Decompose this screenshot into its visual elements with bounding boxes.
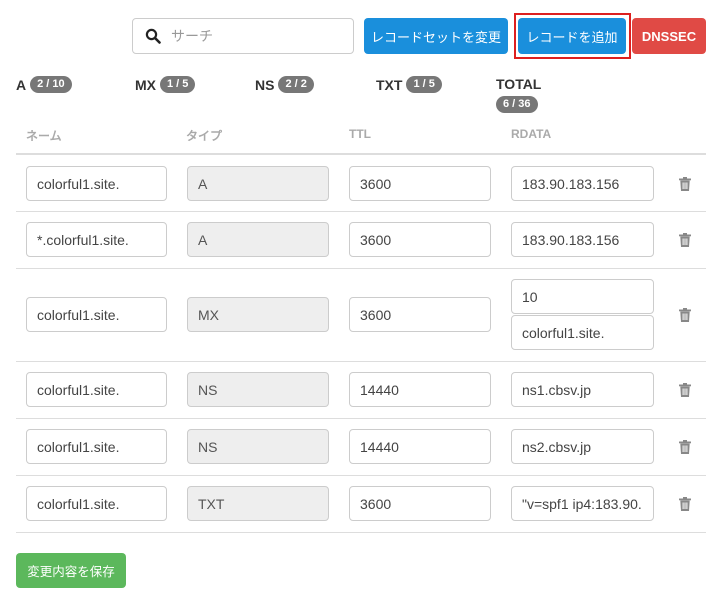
stat-badge: 2 / 10 [30,76,72,93]
ttl-field[interactable]: 14440 [349,372,491,407]
column-header-type: タイプ [186,129,223,143]
row-divider [16,475,706,476]
search-input[interactable] [171,28,341,44]
row-divider [16,268,706,269]
stat-badge: 1 / 5 [406,76,442,93]
stat-label: A [16,76,27,93]
column-header-rdata: RDATA [511,127,552,141]
trash-icon[interactable] [679,177,691,191]
type-field: NS [187,429,329,464]
name-field[interactable]: colorful1.site. [26,166,167,201]
name-field[interactable]: colorful1.site. [26,372,167,407]
stat-label: NS [255,76,275,93]
stat-badge: 1 / 5 [160,76,196,93]
column-header-name: ネーム [26,129,62,143]
type-field: TXT [187,486,329,521]
name-field[interactable]: colorful1.site. [26,486,167,521]
rdata-field[interactable]: ns2.cbsv.jp [511,429,654,464]
rdata-priority-field[interactable]: 10 [511,279,654,314]
stat-ns: NS 2 / 2 [255,76,314,93]
stat-total: TOTAL [496,76,541,92]
add-record-button[interactable]: レコードを追加 [518,18,626,54]
search-box[interactable] [132,18,354,54]
column-header-ttl: TTL [349,127,371,141]
row-divider [16,361,706,362]
trash-icon[interactable] [679,308,691,322]
name-field[interactable]: *.colorful1.site. [26,222,167,257]
ttl-field[interactable]: 3600 [349,222,491,257]
name-field[interactable]: colorful1.site. [26,297,167,332]
ttl-field[interactable]: 3600 [349,166,491,201]
dnssec-button[interactable]: DNSSEC [632,18,706,54]
rdata-field[interactable]: ns1.cbsv.jp [511,372,654,407]
trash-icon[interactable] [679,233,691,247]
type-field: A [187,166,329,201]
ttl-field[interactable]: 3600 [349,297,491,332]
search-icon [145,28,161,44]
stat-txt: TXT 1 / 5 [376,76,442,93]
trash-icon[interactable] [679,497,691,511]
type-field: NS [187,372,329,407]
rdata-field[interactable]: "v=spf1 ip4:183.90. [511,486,654,521]
ttl-field[interactable]: 14440 [349,429,491,464]
type-field: MX [187,297,329,332]
row-divider [16,532,706,533]
row-divider [16,418,706,419]
trash-icon[interactable] [679,440,691,454]
stat-label: TOTAL [496,76,542,92]
save-changes-button[interactable]: 変更内容を保存 [16,553,126,588]
rdata-field[interactable]: 183.90.183.156 [511,166,654,201]
row-divider [16,211,706,212]
name-field[interactable]: colorful1.site. [26,429,167,464]
trash-icon[interactable] [679,383,691,397]
stat-total-badge: 6 / 36 [496,96,538,113]
stat-mx: MX 1 / 5 [135,76,196,93]
stat-label: TXT [376,76,403,93]
rdata-field[interactable]: colorful1.site. [511,315,654,350]
stat-a: A 2 / 10 [16,76,72,93]
stat-badge: 2 / 2 [278,76,314,93]
change-recordset-button[interactable]: レコードセットを変更 [364,18,508,54]
rdata-field[interactable]: 183.90.183.156 [511,222,654,257]
header-divider [16,153,706,155]
stat-label: MX [135,76,156,93]
type-field: A [187,222,329,257]
ttl-field[interactable]: 3600 [349,486,491,521]
